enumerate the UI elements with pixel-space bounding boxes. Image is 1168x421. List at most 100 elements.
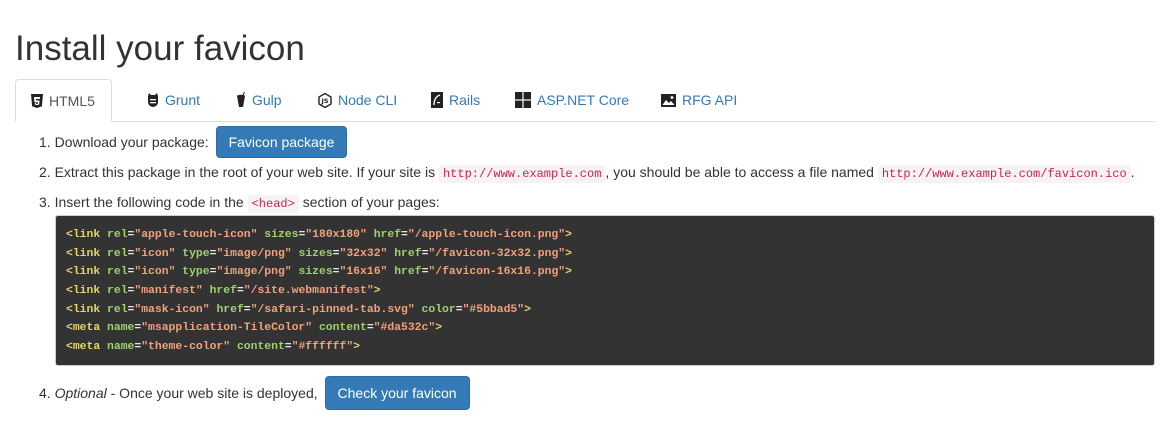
rails-icon	[431, 92, 443, 108]
html5-icon	[31, 93, 43, 108]
step-check: 4. Optional - Once your web site is depl…	[39, 375, 470, 410]
code-line: <link rel="icon" type="image/png" sizes=…	[66, 247, 572, 260]
step-text: .	[1130, 164, 1135, 180]
page: Install your favicon HTML5 Grunt Gulp JS…	[0, 0, 1168, 421]
code-attr-value: "manifest"	[134, 285, 203, 298]
code-attr-value: "image/png"	[216, 266, 292, 279]
code-attr-value: "/apple-touch-icon.png"	[407, 229, 566, 241]
code-attr-value: "msapplication-TileColor"	[141, 322, 313, 335]
code-attr-name: rel	[107, 229, 128, 241]
code-attr-value: "32x32"	[339, 247, 388, 260]
code-tag: meta	[72, 341, 101, 354]
code-line: <link rel="mask-icon" href="/safari-pinn…	[66, 303, 531, 316]
code-attr-name: type	[182, 247, 210, 260]
code-attr-name: sizes	[264, 229, 299, 241]
code-attr-name: name	[107, 341, 135, 354]
check-favicon-button[interactable]: Check your favicon	[324, 375, 470, 410]
code-attr-value: "/site.webmanifest"	[243, 285, 374, 298]
code-attr-name: rel	[107, 247, 128, 260]
code-attr-value: "180x180"	[305, 229, 367, 241]
step-text: , you should be able to access a file na…	[605, 164, 874, 180]
code-attr-value: "16x16"	[339, 266, 388, 279]
tab-label: Gulp	[252, 92, 282, 108]
tab-label: Grunt	[165, 92, 201, 108]
tab-html5[interactable]: HTML5	[15, 79, 112, 122]
code-tag: link	[72, 303, 101, 316]
code-attr-name: rel	[107, 266, 128, 279]
tab-rails[interactable]: Rails	[415, 79, 496, 121]
page-title: Install your favicon	[15, 29, 305, 68]
code-line: <meta name="theme-color" content="#fffff…	[66, 341, 361, 354]
windows-icon	[515, 92, 531, 108]
example-favicon-url: http://www.example.com/favicon.ico	[877, 165, 1131, 183]
code-attr-value: "/safari-pinned-tab.svg"	[250, 303, 415, 316]
code-tag: link	[72, 247, 101, 260]
code-attr-name: rel	[107, 303, 128, 316]
code-attr-value: "apple-touch-icon"	[134, 229, 258, 241]
tab-label: RFG API	[682, 92, 738, 108]
tab-aspnet-core[interactable]: ASP.NET Core	[499, 79, 645, 121]
api-icon	[661, 93, 676, 107]
code-attr-value: "icon"	[134, 266, 176, 279]
code-attr-value: "theme-color"	[141, 341, 231, 354]
code-attr-name: type	[182, 266, 210, 279]
code-attr-name: href	[209, 285, 237, 298]
code-attr-name: color	[421, 303, 456, 316]
head-tag-code: <head>	[247, 195, 299, 213]
step-text: Extract this package in the root of your…	[54, 164, 436, 180]
tab-label: Rails	[449, 92, 481, 108]
code-attr-name: href	[373, 229, 402, 241]
code-attr-value: "#5bbad5"	[462, 303, 525, 316]
step-number: 3.	[39, 194, 51, 210]
step-text: - Once your web site is deployed,	[106, 384, 318, 401]
html-code-snippet[interactable]: <link rel="apple-touch-icon" sizes="180x…	[55, 215, 1155, 366]
code-line: <link rel="icon" type="image/png" sizes=…	[66, 266, 572, 279]
code-tag: link	[72, 285, 101, 298]
code-attr-name: name	[107, 322, 135, 335]
code-tag: meta	[72, 322, 101, 335]
step-download: 1. Download your package: Favicon packag…	[39, 126, 348, 158]
code-attr-value: "/favicon-16x16.png"	[428, 266, 566, 279]
code-attr-value: "#ffffff"	[291, 341, 354, 354]
favicon-package-button[interactable]: Favicon package	[215, 126, 348, 158]
optional-label: Optional	[54, 384, 107, 401]
code-attr-name: content	[318, 322, 367, 335]
code-attr-name: sizes	[298, 247, 333, 260]
code-attr-name: sizes	[298, 266, 333, 279]
grunt-icon	[147, 93, 159, 107]
code-attr-value: "#da532c"	[373, 322, 436, 335]
code-attr-value: "mask-icon"	[134, 303, 210, 316]
tab-rfg-api[interactable]: RFG API	[645, 79, 753, 121]
step-insert-code: 3. Insert the following code in the <hea…	[39, 192, 440, 214]
code-attr-name: rel	[107, 285, 128, 298]
step-extract: 2. Extract this package in the root of y…	[39, 162, 1135, 184]
gulp-icon	[236, 92, 246, 108]
tab-label: HTML5	[49, 92, 95, 109]
code-attr-name: href	[216, 303, 244, 316]
code-tag: link	[72, 229, 101, 241]
step-number: 1.	[39, 134, 51, 150]
step-text: Download your package:	[54, 134, 209, 150]
tab-label: Node CLI	[338, 92, 398, 108]
code-line: <link rel="manifest" href="/site.webmani…	[66, 285, 381, 298]
tab-node-cli[interactable]: JS Node CLI	[302, 79, 413, 121]
code-tag: link	[72, 266, 101, 279]
example-site-url: http://www.example.com	[438, 165, 606, 183]
platform-tabs: HTML5 Grunt Gulp JS Node CLI Rails ASP.N…	[15, 79, 1155, 122]
step-text: Insert the following code in the	[54, 194, 244, 210]
step-text: section of your pages:	[302, 194, 440, 210]
code-attr-value: "image/png"	[216, 247, 292, 260]
code-attr-name: href	[394, 266, 422, 279]
tab-gulp[interactable]: Gulp	[220, 79, 298, 121]
code-attr-value: "/favicon-32x32.png"	[428, 247, 566, 260]
code-line: <meta name="msapplication-TileColor" con…	[66, 322, 443, 335]
tab-label: ASP.NET Core	[537, 92, 630, 108]
code-line: <link rel="apple-touch-icon" sizes="180x…	[66, 229, 572, 241]
tab-grunt[interactable]: Grunt	[131, 79, 216, 121]
code-attr-name: content	[236, 341, 285, 354]
code-attr-value: "icon"	[134, 247, 176, 260]
step-number: 2.	[39, 164, 51, 180]
step-number: 4.	[39, 384, 51, 401]
svg-text:JS: JS	[320, 97, 328, 105]
code-attr-name: href	[394, 247, 422, 260]
